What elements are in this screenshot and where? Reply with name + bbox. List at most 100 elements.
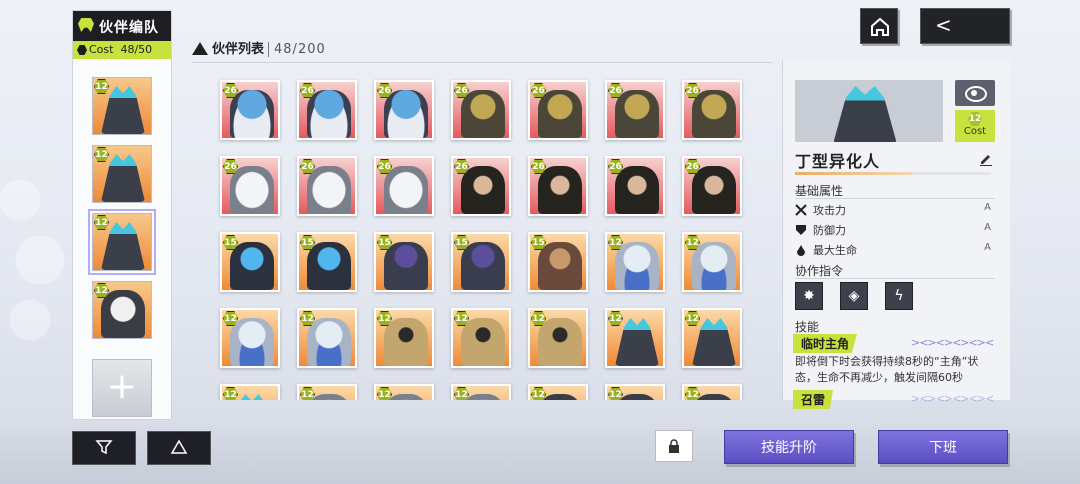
partner-card[interactable]: 26	[297, 156, 357, 216]
partner-card[interactable]: 12	[528, 308, 588, 368]
partner-figure	[692, 166, 736, 214]
partner-card[interactable]: 26	[374, 156, 434, 216]
team-cost: Cost 48/50	[73, 41, 171, 59]
partner-card[interactable]: 12	[297, 308, 357, 368]
partner-card[interactable]: 15	[451, 232, 511, 292]
burst-icon[interactable]: ✸	[795, 282, 823, 310]
partner-figure	[101, 290, 145, 338]
attr-attack: 攻击力 A	[795, 202, 991, 218]
partner-card[interactable]: 26	[451, 80, 511, 140]
partner-card[interactable]: 26	[528, 80, 588, 140]
partner-card[interactable]: 26	[220, 80, 280, 140]
partner-card[interactable]: 26	[682, 156, 742, 216]
attr-grade: A	[984, 242, 991, 253]
partner-card[interactable]: 12	[374, 384, 434, 400]
attr-defense: 防御力 A	[795, 222, 991, 238]
partner-card[interactable]: 12	[605, 232, 665, 292]
eye-icon[interactable]	[955, 80, 995, 106]
team-slot[interactable]: 12	[88, 209, 156, 275]
lock-button[interactable]	[655, 430, 693, 462]
partner-card[interactable]: 26	[297, 80, 357, 140]
partner-figure	[538, 166, 582, 214]
diamond-icon[interactable]: ◈	[840, 282, 868, 310]
partner-card[interactable]: 15	[297, 232, 357, 292]
partner-figure	[692, 242, 736, 290]
team-slot[interactable]: 12	[92, 77, 152, 135]
partner-card[interactable]: 26	[374, 80, 434, 140]
skill-deco: ><><><><><	[911, 336, 994, 349]
partner-card[interactable]: 26	[220, 156, 280, 216]
attr-label: 攻击力	[813, 204, 846, 217]
partner-card[interactable]: 12	[374, 308, 434, 368]
shield-icon	[796, 225, 806, 235]
skill-tag: 临时主角	[793, 334, 858, 353]
team-slot[interactable]: 12	[92, 145, 152, 203]
sort-button[interactable]	[147, 431, 211, 465]
partner-card[interactable]: 12	[451, 308, 511, 368]
detail-panel: 12 Cost 丁型异化人 基础属性 攻击力 A 防御力 A 最大生命 A 协作指令 …	[782, 60, 1010, 409]
team-title: 伙伴编队	[99, 20, 159, 36]
partner-card[interactable]: 26	[605, 80, 665, 140]
partner-card[interactable]: 26	[528, 156, 588, 216]
partner-figure	[307, 318, 351, 366]
divider	[192, 62, 772, 63]
partner-figure	[615, 90, 659, 138]
partner-card[interactable]: 12	[682, 384, 742, 400]
base-attr-title: 基础属性	[795, 184, 844, 198]
command-title: 协作指令	[795, 264, 844, 278]
partner-card[interactable]: 15	[374, 232, 434, 292]
level-badge: 12	[685, 311, 700, 326]
partner-card[interactable]: 12	[220, 384, 280, 400]
partner-card[interactable]: 12	[605, 308, 665, 368]
home-button[interactable]	[860, 8, 898, 44]
hex-icon	[77, 45, 87, 55]
divider	[795, 278, 995, 279]
partner-figure	[384, 90, 428, 138]
partner-figure	[230, 242, 274, 290]
partner-name: 丁型异化人	[795, 152, 881, 171]
partner-figure	[538, 242, 582, 290]
attr-grade: A	[984, 202, 991, 213]
partner-card[interactable]: 12	[528, 384, 588, 400]
dismiss-button[interactable]: 下班	[878, 430, 1008, 464]
partner-card[interactable]: 12	[220, 308, 280, 368]
bolt-icon[interactable]: ϟ	[885, 282, 913, 310]
partner-card[interactable]: 12	[682, 232, 742, 292]
partner-card[interactable]: 26	[682, 80, 742, 140]
partner-card[interactable]: 12	[605, 384, 665, 400]
level-badge: 12	[94, 79, 109, 94]
cost-badge: 12 Cost	[955, 110, 995, 142]
filter-button[interactable]	[72, 431, 136, 465]
cost-badge-label: Cost	[963, 126, 987, 137]
partner-card[interactable]: 12	[451, 384, 511, 400]
home-icon	[871, 17, 889, 36]
level-badge: 12	[300, 387, 315, 400]
partner-card[interactable]: 15	[528, 232, 588, 292]
back-button[interactable]: <	[920, 8, 1010, 44]
edit-icon[interactable]	[979, 152, 993, 166]
partner-figure	[384, 242, 428, 290]
attr-label: 防御力	[813, 224, 846, 237]
triangle-icon	[192, 42, 208, 55]
partner-card[interactable]: 12	[297, 384, 357, 400]
partner-card[interactable]: 15	[220, 232, 280, 292]
cost-number: 12	[968, 112, 982, 126]
level-badge: 12	[94, 147, 109, 162]
team-header: 伙伴编队 Cost 48/50	[73, 11, 171, 59]
add-member-button[interactable]: +	[92, 359, 152, 417]
list-header: 伙伴列表 48/200	[192, 38, 326, 57]
team-slot[interactable]: 12	[92, 281, 152, 339]
name-bar	[795, 172, 991, 175]
skill-tag: 召雷	[793, 390, 834, 409]
partner-card[interactable]: 26	[451, 156, 511, 216]
partner-card[interactable]: 26	[605, 156, 665, 216]
partner-figure	[461, 90, 505, 138]
partner-figure	[307, 242, 351, 290]
divider	[795, 198, 995, 199]
partner-figure	[692, 318, 736, 366]
portrait-figure	[833, 86, 897, 142]
level-badge: 12	[223, 387, 238, 400]
partner-card[interactable]: 12	[682, 308, 742, 368]
partner-figure	[461, 318, 505, 366]
skill-upgrade-button[interactable]: 技能升阶	[724, 430, 854, 464]
